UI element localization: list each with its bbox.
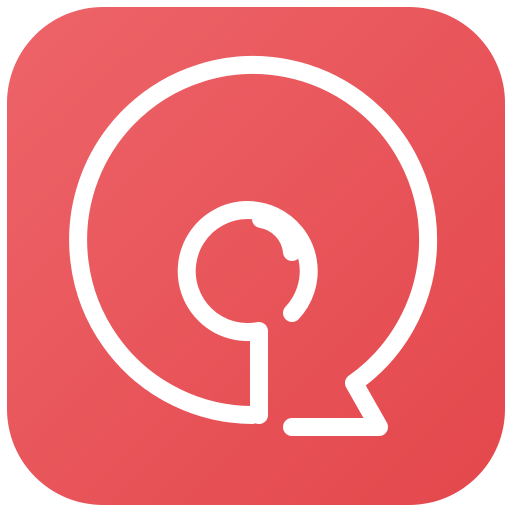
- app-icon[interactable]: [0, 0, 512, 512]
- icon-canvas: [0, 0, 512, 512]
